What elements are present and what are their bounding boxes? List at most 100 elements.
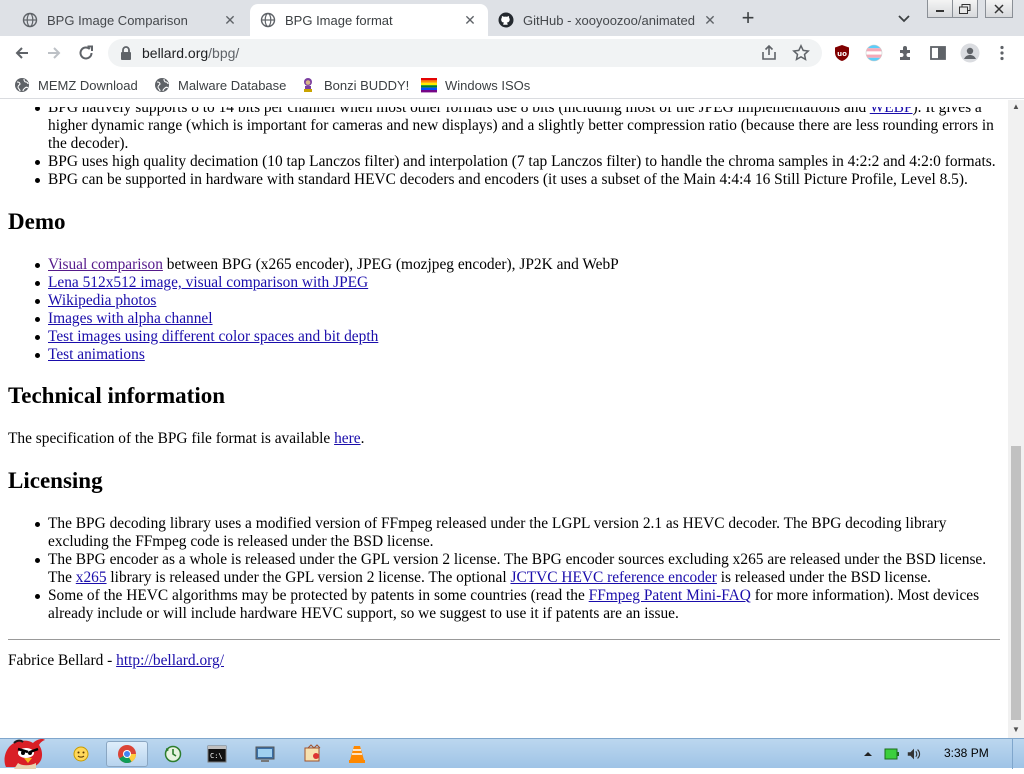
ffmpeg-faq-link[interactable]: FFmpeg Patent Mini-FAQ (589, 587, 751, 604)
test-animations-link[interactable]: Test animations (48, 346, 145, 363)
jctvc-link[interactable]: JCTVC HEVC reference encoder (510, 569, 716, 586)
bookmark-label: Bonzi BUDDY! (324, 77, 410, 93)
share-icon[interactable] (760, 44, 778, 62)
page-viewport[interactable]: BPG natively supports 8 to 14 bits per c… (0, 100, 1008, 738)
list-item: Test images using different color spaces… (35, 328, 1000, 346)
tab-github[interactable]: GitHub - xooyoozoo/animated ✕ (488, 4, 728, 36)
page-content: BPG natively supports 8 to 14 bits per c… (8, 100, 1000, 670)
tab-bpg-image-comparison[interactable]: BPG Image Comparison ✕ (12, 4, 248, 36)
bookmark-windows-isos[interactable]: Windows ISOs (421, 75, 530, 95)
menu-icon[interactable] (992, 43, 1012, 63)
list-item: The BPG encoder as a whole is released u… (35, 551, 1000, 587)
close-icon[interactable]: ✕ (222, 12, 238, 28)
bookmark-malware-database[interactable]: Malware Database (154, 75, 286, 95)
show-hidden-icons-icon[interactable] (860, 746, 876, 762)
close-icon[interactable]: ✕ (702, 12, 718, 28)
list-item: BPG can be supported in hardware with st… (35, 171, 1000, 189)
restore-button[interactable] (952, 0, 978, 18)
app-taskbar-button[interactable] (152, 741, 194, 767)
bellard-homepage-link[interactable]: http://bellard.org/ (116, 652, 224, 669)
tab-strip: BPG Image Comparison ✕ BPG Image format … (0, 0, 1024, 36)
demo-list: Visual comparison between BPG (x265 enco… (8, 256, 1000, 364)
scroll-down-icon[interactable]: ▼ (1012, 726, 1020, 734)
footer-divider (8, 639, 1000, 640)
technical-text: The specification of the BPG file format… (8, 430, 365, 447)
globe-icon (260, 12, 276, 28)
technical-heading: Technical information (8, 383, 226, 408)
licensing-list: The BPG decoding library uses a modified… (8, 515, 1000, 623)
media-taskbar-button[interactable] (292, 741, 334, 767)
explorer-taskbar-button[interactable] (60, 741, 102, 767)
lena-link[interactable]: Lena 512x512 image, visual comparison wi… (48, 274, 368, 291)
new-tab-button[interactable]: + (736, 5, 760, 30)
color-spaces-link[interactable]: Test images using different color spaces… (48, 328, 378, 345)
bookmark-label: Malware Database (178, 77, 287, 93)
x265-link[interactable]: x265 (76, 569, 107, 586)
github-icon (498, 12, 514, 28)
address-bar[interactable]: bellard.org/bpg/ (108, 39, 822, 67)
svg-text:uo: uo (837, 50, 847, 58)
list-item: Some of the HEVC algorithms may be prote… (35, 587, 1000, 623)
show-desktop-button[interactable] (1012, 739, 1024, 769)
close-icon[interactable]: ✕ (462, 12, 478, 28)
spec-here-link[interactable]: here (334, 430, 360, 447)
vertical-scrollbar[interactable]: ▲ ▼ (1008, 100, 1024, 738)
system-taskbar-button[interactable] (244, 741, 286, 767)
bookmarks-bar: MEMZ Download Malware Database Bonzi BUD… (0, 70, 1024, 99)
demo-heading: Demo (8, 209, 66, 234)
globe-icon (22, 12, 38, 28)
windows-flag-icon (421, 77, 437, 93)
list-item: Wikipedia photos (35, 292, 1000, 310)
volume-icon[interactable] (906, 746, 922, 762)
ublock-icon[interactable]: uo (832, 43, 852, 63)
back-button[interactable] (10, 41, 34, 65)
vlc-taskbar-button[interactable] (336, 741, 378, 767)
svg-text:C:\: C:\ (210, 752, 223, 760)
reload-button[interactable] (74, 41, 98, 65)
alpha-channel-link[interactable]: Images with alpha channel (48, 310, 213, 327)
globe-icon (154, 77, 170, 93)
visual-comparison-link[interactable]: Visual comparison (48, 256, 163, 273)
list-item: The BPG decoding library uses a modified… (35, 515, 1000, 551)
url-text: bellard.org/bpg/ (142, 45, 240, 61)
list-item: Lena 512x512 image, visual comparison wi… (35, 274, 1000, 292)
minimize-button[interactable] (927, 0, 953, 18)
profile-avatar-icon[interactable] (960, 43, 980, 63)
bookmark-memz-download[interactable]: MEMZ Download (14, 75, 138, 95)
tab-bpg-image-format[interactable]: BPG Image format ✕ (250, 4, 488, 36)
list-item: BPG natively supports 8 to 14 bits per c… (35, 100, 1000, 153)
taskbar-clock[interactable]: 3:38 PM (944, 746, 989, 760)
chevron-down-icon[interactable] (894, 8, 914, 28)
star-icon[interactable] (792, 44, 810, 62)
extensions-icon[interactable] (896, 43, 916, 63)
licensing-heading: Licensing (8, 468, 103, 493)
bookmark-bonzi-buddy[interactable]: Bonzi BUDDY! (300, 75, 409, 95)
tab-title: BPG Image format (285, 12, 393, 28)
close-window-button[interactable] (985, 0, 1013, 18)
list-item: Visual comparison between BPG (x265 enco… (35, 256, 1000, 274)
list-item: Images with alpha channel (35, 310, 1000, 328)
battery-icon[interactable] (884, 746, 900, 762)
lock-icon[interactable] (119, 45, 133, 61)
scroll-up-icon[interactable]: ▲ (1012, 103, 1020, 111)
chrome-taskbar-button[interactable] (106, 741, 148, 767)
command-prompt-taskbar-button[interactable]: C:\ (196, 741, 238, 767)
globe-icon (14, 77, 30, 93)
side-panel-icon[interactable] (928, 43, 948, 63)
bookmark-label: Windows ISOs (445, 77, 531, 93)
features-list: BPG natively supports 8 to 14 bits per c… (8, 100, 1000, 189)
trans-flag-icon[interactable] (864, 43, 884, 63)
scrollbar-thumb[interactable] (1011, 446, 1021, 720)
list-item: BPG uses high quality decimation (10 tap… (35, 153, 1000, 171)
bonzi-icon (300, 77, 316, 93)
forward-button[interactable] (42, 41, 66, 65)
start-button-angry-bird-icon[interactable] (0, 733, 50, 769)
tab-title: BPG Image Comparison (47, 12, 188, 28)
wikipedia-photos-link[interactable]: Wikipedia photos (48, 292, 156, 309)
footer: Fabrice Bellard - http://bellard.org/ (8, 652, 224, 669)
taskbar: C:\ 3:38 PM (0, 738, 1024, 769)
list-item: Test animations (35, 346, 1000, 364)
browser-toolbar: bellard.org/bpg/ uo (0, 36, 1024, 70)
bookmark-label: MEMZ Download (38, 77, 138, 93)
tab-title: GitHub - xooyoozoo/animated (523, 12, 695, 28)
